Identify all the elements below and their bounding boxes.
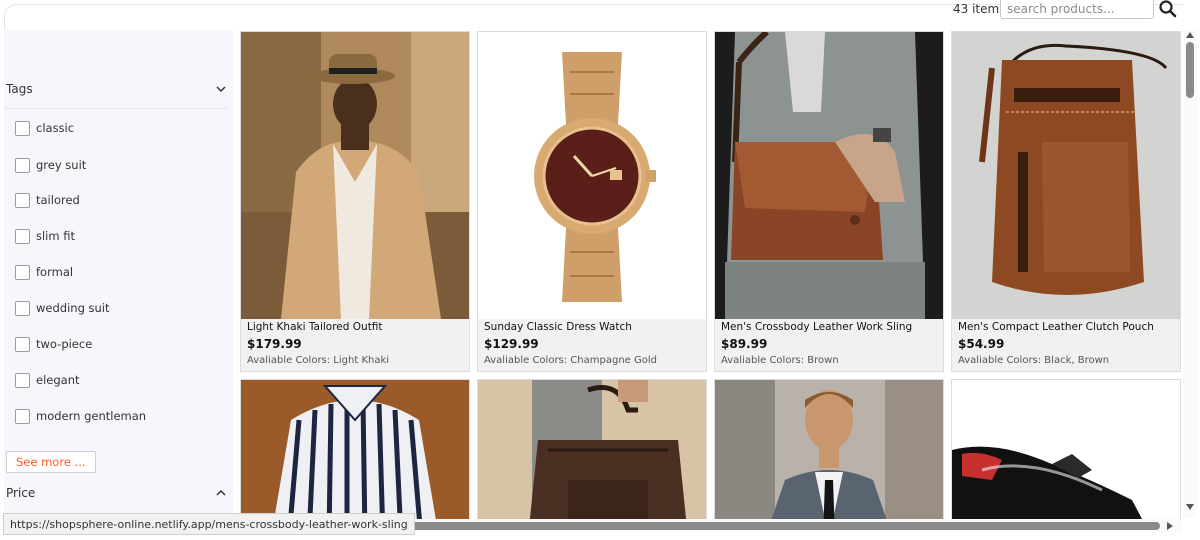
product-price: $129.99 (484, 337, 539, 351)
chevron-down-icon[interactable] (214, 82, 228, 96)
product-price: $89.99 (721, 337, 768, 351)
product-card[interactable] (240, 379, 470, 519)
tag-label: elegant (36, 373, 80, 387)
checkbox[interactable] (15, 264, 30, 280)
tag-label: two-piece (36, 337, 93, 351)
tag-label: tailored (36, 193, 80, 207)
product-image[interactable] (715, 380, 943, 519)
tags-facet-title: Tags (6, 82, 33, 96)
search-icon[interactable] (1158, 0, 1178, 20)
scroll-up-arrow-icon[interactable] (1186, 32, 1194, 38)
product-image[interactable] (952, 32, 1180, 319)
tag-filter-item[interactable]: classic (15, 119, 74, 137)
product-image[interactable] (241, 32, 469, 319)
product-card[interactable]: Men's Crossbody Leather Work Sling $89.9… (714, 31, 944, 372)
price-facet-header[interactable]: Price (6, 481, 228, 505)
checkbox[interactable] (15, 228, 30, 244)
filter-sidebar: Tags classic grey suit tailored slim fit… (4, 30, 233, 518)
product-name[interactable]: Men's Compact Leather Clutch Pouch (958, 321, 1154, 333)
product-card[interactable] (477, 379, 707, 519)
search-input[interactable] (1000, 0, 1154, 19)
checkbox[interactable] (15, 120, 30, 136)
product-name[interactable]: Light Khaki Tailored Outfit (247, 321, 383, 333)
product-colors: Avaliable Colors: Light Khaki (247, 355, 390, 366)
tag-label: classic (36, 121, 75, 135)
product-image[interactable] (241, 380, 469, 519)
chevron-up-icon[interactable] (214, 486, 228, 500)
price-facet-title: Price (6, 486, 36, 500)
product-colors: Avaliable Colors: Champagne Gold (484, 355, 657, 366)
product-price: $179.99 (247, 337, 302, 351)
product-card[interactable] (951, 379, 1181, 519)
facet-divider (4, 108, 228, 109)
tag-label: wedding suit (36, 301, 110, 315)
product-name[interactable]: Men's Crossbody Leather Work Sling (721, 321, 912, 333)
tag-filter-item[interactable]: formal (15, 263, 73, 281)
scrollbar-thumb[interactable] (1186, 42, 1194, 98)
tag-filter-item[interactable]: tailored (15, 191, 80, 209)
top-toolbar: 43 items (0, 0, 1184, 30)
checkbox[interactable] (15, 372, 30, 388)
scroll-right-arrow-icon[interactable] (1167, 522, 1173, 530)
status-bar-url: https://shopsphere-online.netlify.app/me… (3, 513, 415, 535)
tag-filter-item[interactable]: modern gentleman (15, 407, 146, 425)
product-image[interactable] (478, 32, 706, 319)
product-card[interactable]: Light Khaki Tailored Outfit $179.99 Aval… (240, 31, 470, 372)
product-image[interactable] (952, 380, 1180, 519)
product-image[interactable] (715, 32, 943, 319)
product-image[interactable] (478, 380, 706, 519)
tag-label: modern gentleman (36, 409, 147, 423)
checkbox[interactable] (15, 336, 30, 352)
tag-filter-item[interactable]: grey suit (15, 156, 86, 174)
product-card[interactable] (714, 379, 944, 519)
tag-filter-item[interactable]: two-piece (15, 335, 92, 353)
checkbox[interactable] (15, 192, 30, 208)
checkbox[interactable] (15, 157, 30, 173)
tag-label: formal (36, 265, 74, 279)
vertical-scrollbar[interactable] (1183, 30, 1197, 518)
tag-label: grey suit (36, 158, 87, 172)
tag-filter-item[interactable]: elegant (15, 371, 80, 389)
tag-filter-item[interactable]: wedding suit (15, 299, 110, 317)
product-colors: Avaliable Colors: Brown (721, 355, 839, 366)
checkbox[interactable] (15, 408, 30, 424)
product-card[interactable]: Sunday Classic Dress Watch $129.99 Avali… (477, 31, 707, 372)
tag-label: slim fit (36, 229, 75, 243)
product-colors: Avaliable Colors: Black, Brown (958, 355, 1110, 366)
product-name[interactable]: Sunday Classic Dress Watch (484, 321, 632, 333)
item-count: 43 items (953, 2, 1006, 16)
checkbox[interactable] (15, 300, 30, 316)
tag-filter-item[interactable]: slim fit (15, 227, 75, 245)
see-more-button[interactable]: See more ... (6, 451, 96, 473)
product-price: $54.99 (958, 337, 1005, 351)
app-frame: 43 items Tags classic grey suit tailo (0, 0, 1200, 540)
scroll-down-arrow-icon[interactable] (1186, 504, 1194, 510)
product-grid: Light Khaki Tailored Outfit $179.99 Aval… (240, 31, 1182, 519)
tags-facet-header[interactable]: Tags (6, 77, 228, 101)
product-card[interactable]: Men's Compact Leather Clutch Pouch $54.9… (951, 31, 1181, 372)
